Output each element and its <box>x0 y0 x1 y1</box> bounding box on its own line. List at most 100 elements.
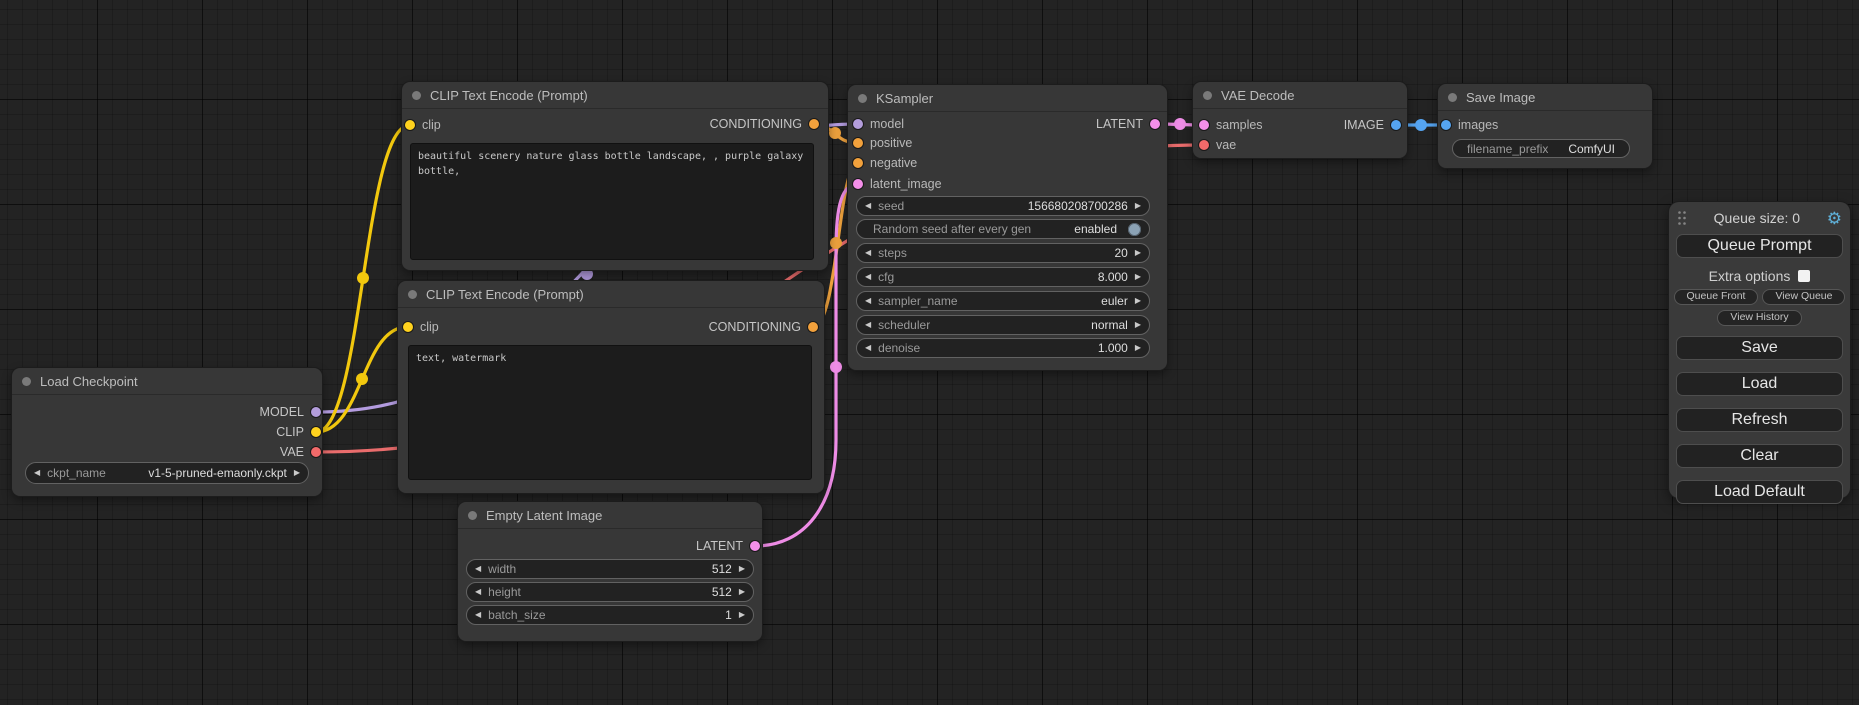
collapse-dot[interactable] <box>412 91 421 100</box>
image-port-dot[interactable] <box>1391 120 1401 130</box>
conditioning-port-dot[interactable] <box>809 119 819 129</box>
extra-options-checkbox[interactable] <box>1798 270 1810 282</box>
latent-port-dot[interactable] <box>1199 120 1209 130</box>
input-vae: vae <box>1199 138 1236 152</box>
filename-prefix-widget[interactable]: filename_prefix ComfyUI <box>1452 139 1630 158</box>
collapse-dot[interactable] <box>1203 91 1212 100</box>
decrement-arrow-icon[interactable]: ◀ <box>865 321 871 329</box>
conditioning-port-dot[interactable] <box>808 322 818 332</box>
node-save-image[interactable]: Save Image images filename_prefix ComfyU… <box>1438 84 1652 168</box>
increment-arrow-icon[interactable]: ▶ <box>739 588 745 596</box>
node-clip-text-encode-positive[interactable]: CLIP Text Encode (Prompt) clip CONDITION… <box>402 82 828 270</box>
batch-size-widget[interactable]: ◀ batch_size 1 ▶ <box>466 605 754 625</box>
drag-handle-icon[interactable] <box>1677 210 1687 226</box>
sampler-name-widget[interactable]: ◀ sampler_name euler ▶ <box>856 291 1150 311</box>
model-port-dot[interactable] <box>853 119 863 129</box>
node-title: VAE Decode <box>1221 88 1294 103</box>
node-title-bar[interactable]: Save Image <box>1438 84 1652 111</box>
decrement-arrow-icon[interactable]: ◀ <box>475 611 481 619</box>
increment-arrow-icon[interactable]: ▶ <box>1135 321 1141 329</box>
clip-port-dot[interactable] <box>405 120 415 130</box>
height-widget[interactable]: ◀ height 512 ▶ <box>466 582 754 602</box>
decrement-arrow-icon[interactable]: ◀ <box>475 588 481 596</box>
collapse-dot[interactable] <box>22 377 31 386</box>
settings-gear-icon[interactable]: ⚙ <box>1827 210 1842 227</box>
decrement-arrow-icon[interactable]: ◀ <box>865 202 871 210</box>
positive-prompt-textarea[interactable]: beautiful scenery nature glass bottle la… <box>410 143 814 260</box>
load-default-button[interactable]: Load Default <box>1676 480 1843 504</box>
node-title-bar[interactable]: VAE Decode <box>1193 82 1407 109</box>
decrement-arrow-icon[interactable]: ◀ <box>475 565 481 573</box>
input-clip: clip <box>405 118 441 132</box>
node-ksampler[interactable]: KSampler model positive negative latent_… <box>848 85 1167 370</box>
input-latent-image: latent_image <box>853 177 942 191</box>
seed-widget[interactable]: ◀ seed 156680208700286 ▶ <box>856 196 1150 216</box>
vae-port-dot[interactable] <box>1199 140 1209 150</box>
decrement-arrow-icon[interactable]: ◀ <box>865 273 871 281</box>
conditioning-port-dot[interactable] <box>853 158 863 168</box>
queue-front-button[interactable]: Queue Front <box>1674 289 1759 305</box>
save-button[interactable]: Save <box>1676 336 1843 360</box>
node-vae-decode[interactable]: VAE Decode samples vae IMAGE <box>1193 82 1407 158</box>
scheduler-widget[interactable]: ◀ scheduler normal ▶ <box>856 315 1150 335</box>
node-empty-latent-image[interactable]: Empty Latent Image LATENT ◀ width 512 ▶ … <box>458 502 762 641</box>
node-graph-canvas[interactable]: Load Checkpoint MODEL CLIP VAE ◀ ckpt_na… <box>0 0 1859 705</box>
decrement-arrow-icon[interactable]: ◀ <box>865 297 871 305</box>
increment-arrow-icon[interactable]: ▶ <box>739 565 745 573</box>
node-title-bar[interactable]: Empty Latent Image <box>458 502 762 529</box>
refresh-button[interactable]: Refresh <box>1676 408 1843 432</box>
denoise-widget[interactable]: ◀ denoise 1.000 ▶ <box>856 338 1150 358</box>
increment-arrow-icon[interactable]: ▶ <box>1135 297 1141 305</box>
link-dot <box>830 361 842 373</box>
increment-arrow-icon[interactable]: ▶ <box>1135 273 1141 281</box>
increment-arrow-icon[interactable]: ▶ <box>294 469 300 477</box>
increment-arrow-icon[interactable]: ▶ <box>1135 249 1141 257</box>
node-clip-text-encode-negative[interactable]: CLIP Text Encode (Prompt) clip CONDITION… <box>398 281 824 493</box>
node-title-bar[interactable]: CLIP Text Encode (Prompt) <box>398 281 824 308</box>
width-widget[interactable]: ◀ width 512 ▶ <box>466 559 754 579</box>
node-title: Empty Latent Image <box>486 508 602 523</box>
clip-port-dot[interactable] <box>311 427 321 437</box>
node-title-bar[interactable]: KSampler <box>848 85 1167 112</box>
node-title-bar[interactable]: Load Checkpoint <box>12 368 322 395</box>
load-button[interactable]: Load <box>1676 372 1843 396</box>
output-vae: VAE <box>280 445 321 459</box>
menu-header: Queue size: 0 ⚙ <box>1669 202 1850 234</box>
random-seed-toggle-widget[interactable]: Random seed after every gen enabled <box>856 219 1150 239</box>
model-port-dot[interactable] <box>311 407 321 417</box>
node-title: Load Checkpoint <box>40 374 138 389</box>
collapse-dot[interactable] <box>858 94 867 103</box>
increment-arrow-icon[interactable]: ▶ <box>739 611 745 619</box>
clear-button[interactable]: Clear <box>1676 444 1843 468</box>
link-dot <box>829 127 841 139</box>
latent-port-dot[interactable] <box>1150 119 1160 129</box>
increment-arrow-icon[interactable]: ▶ <box>1135 202 1141 210</box>
increment-arrow-icon[interactable]: ▶ <box>1135 344 1141 352</box>
latent-port-dot[interactable] <box>853 179 863 189</box>
conditioning-port-dot[interactable] <box>853 138 863 148</box>
negative-prompt-textarea[interactable]: text, watermark <box>408 345 812 480</box>
collapse-dot[interactable] <box>1448 93 1457 102</box>
vae-port-dot[interactable] <box>311 447 321 457</box>
view-queue-button[interactable]: View Queue <box>1762 289 1845 305</box>
node-title: CLIP Text Encode (Prompt) <box>426 287 584 302</box>
view-history-button[interactable]: View History <box>1717 310 1801 326</box>
node-load-checkpoint[interactable]: Load Checkpoint MODEL CLIP VAE ◀ ckpt_na… <box>12 368 322 496</box>
queue-size-label: Queue size: 0 <box>1687 210 1827 226</box>
decrement-arrow-icon[interactable]: ◀ <box>34 469 40 477</box>
collapse-dot[interactable] <box>408 290 417 299</box>
steps-widget[interactable]: ◀ steps 20 ▶ <box>856 243 1150 263</box>
node-title-bar[interactable]: CLIP Text Encode (Prompt) <box>402 82 828 109</box>
ckpt-name-widget[interactable]: ◀ ckpt_name v1-5-pruned-emaonly.ckpt ▶ <box>25 462 309 484</box>
clip-port-dot[interactable] <box>403 322 413 332</box>
collapse-dot[interactable] <box>468 511 477 520</box>
cfg-widget[interactable]: ◀ cfg 8.000 ▶ <box>856 267 1150 287</box>
latent-port-dot[interactable] <box>750 541 760 551</box>
decrement-arrow-icon[interactable]: ◀ <box>865 344 871 352</box>
input-positive: positive <box>853 136 912 150</box>
link-dot <box>1415 119 1427 131</box>
toggle-indicator[interactable] <box>1128 223 1141 236</box>
image-port-dot[interactable] <box>1441 120 1451 130</box>
queue-prompt-button[interactable]: Queue Prompt <box>1676 234 1843 258</box>
decrement-arrow-icon[interactable]: ◀ <box>865 249 871 257</box>
